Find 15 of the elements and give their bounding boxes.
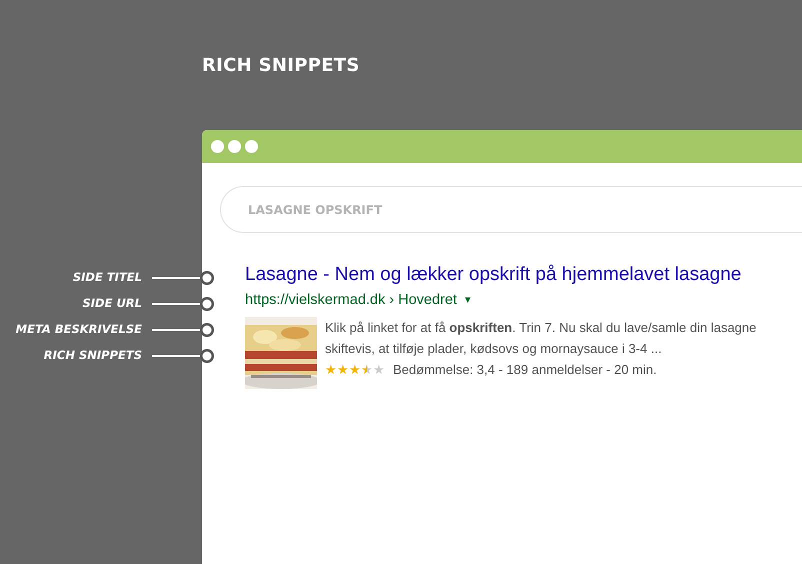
window-dot-icon[interactable] [228,140,241,153]
page-heading: RICH SNIPPETS [201,54,361,78]
window-dot-icon[interactable] [245,140,258,153]
annotation-label: RICH SNIPPETS [44,347,142,364]
result-title-link[interactable]: Lasagne - Nem og lækker opskrift på hjemmelavet lasagne [245,263,770,287]
annotation-label: SIDE URL [82,295,142,312]
caret-icon[interactable]: ▾ [464,288,471,313]
rating-text: Bedømmelse: 3,4 - 189 anmeldelser - 20 min. [393,361,657,379]
description-line: Klik på linket for at få opskriften. Trin 7. Nu skal du lave/samle din lasagne [325,319,756,337]
star-rating: ★★★★★ [325,361,385,379]
annotation-label: SIDE TITEL [72,269,142,286]
description-line: skiftevis, at tilføje plader, kødsovs og mornaysauce i 3-4 ... [325,340,663,358]
window-dot-icon[interactable] [211,140,224,153]
annotation-label: META BESKRIVELSE [16,321,142,338]
result-url: https://vielskermad.dk › Hovedret [245,291,457,310]
